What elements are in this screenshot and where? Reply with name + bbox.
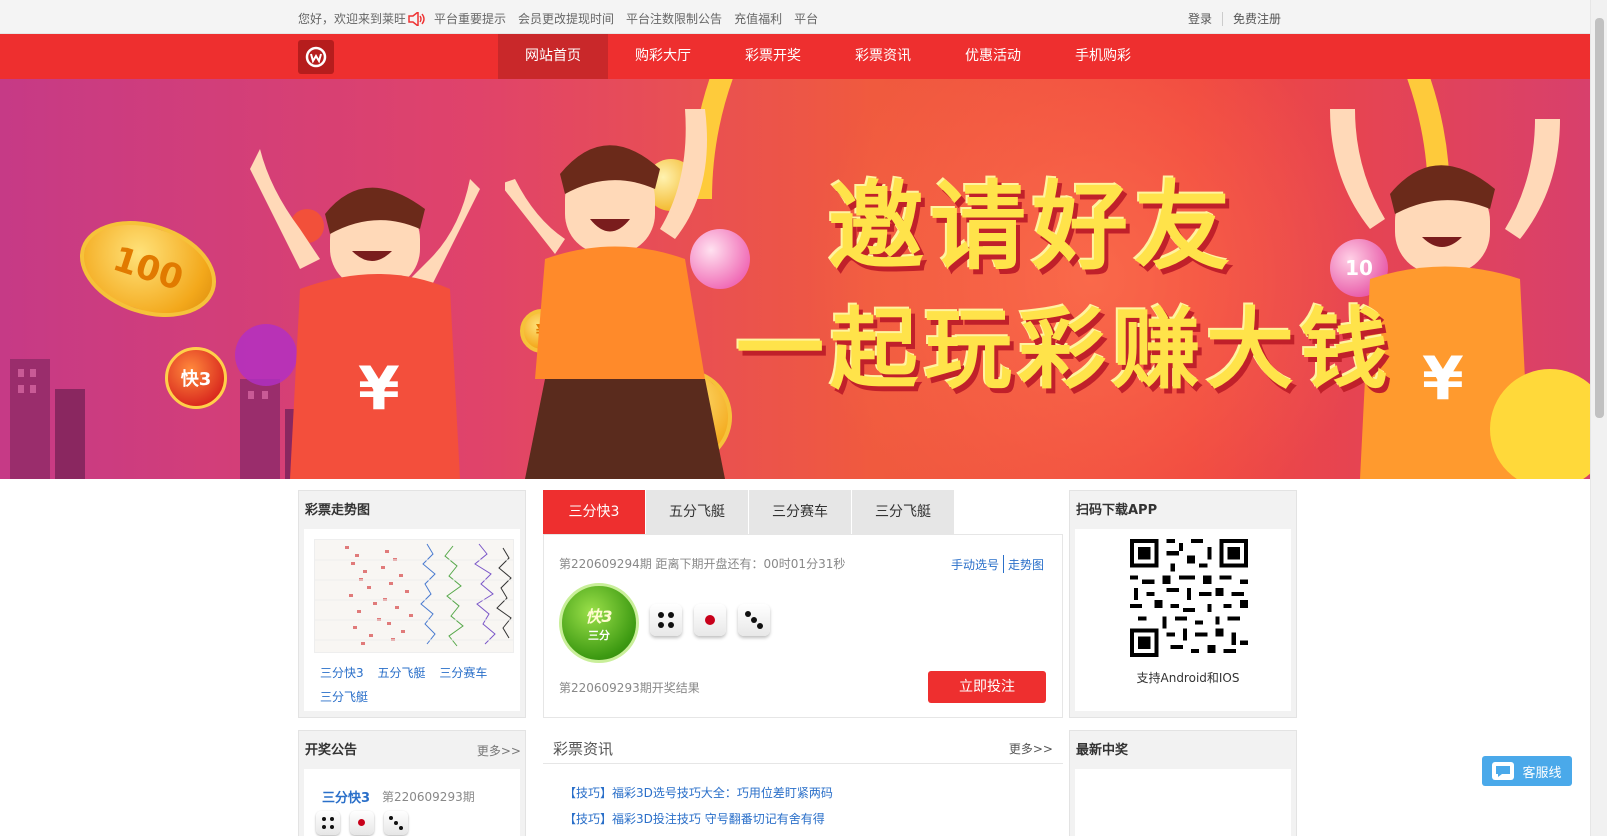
customer-service-label: 客服线 [1522,765,1562,781]
lottery-panel: 第220609294期 距离下期开盘还有：00时01分31秒 手动选号 走势图 … [543,534,1063,718]
manual-pick-link[interactable]: 手动选号 [951,556,999,573]
draw-notice-title: 开奖公告 [305,743,358,758]
divider [1222,11,1224,26]
welcome-text: 您好，欢迎来到莱旺 [298,12,407,26]
latest-winners-title: 最新中奖 [1076,743,1129,758]
app-support-caption: 支持Android和IOS [1136,671,1240,685]
tab-sanfen-feiting[interactable]: 三分飞艇 [852,490,955,534]
main-nav: 网站首页 购彩大厅 彩票开奖 彩票资讯 优惠活动 手机购彩 [0,34,1590,79]
trend-link-sanfen-k3[interactable]: 三分快3 [320,666,364,680]
app-download-panel: 扫码下载APP 支持Android和IOS [1069,490,1297,718]
draw-notice-more-link[interactable]: 更多>> [477,731,521,771]
banner-subtitle: 一起玩彩赚大钱 [736,298,1395,401]
nav-home[interactable]: 网站首页 [498,34,608,79]
account-links: 登录 免费注册 [1188,10,1281,27]
promo-banner[interactable]: 100 100 ¥ 10 快3 ¥ ¥ 邀请好友 一起玩彩赚大钱 [0,79,1590,479]
top-bar: 您好，欢迎来到莱旺 平台重要提示 会员更改提现时间 平台注数限制公告 充值福利 … [0,0,1590,34]
last-result-text: 第220609293期开奖结果 [559,681,700,695]
draw-game-name[interactable]: 三分快3 [322,787,370,806]
register-link[interactable]: 免费注册 [1233,10,1281,27]
draw-notice-header: 开奖公告 更多>> [299,731,525,769]
nav-draw-results[interactable]: 彩票开奖 [718,34,828,79]
trend-panel-title: 彩票走势图 [305,503,371,518]
news-header: 彩票资讯 更多>> [543,730,1063,764]
draw-notice-panel: 开奖公告 更多>> 三分快3 第220609293期 [298,730,526,836]
trend-chart-thumbnail[interactable] [314,539,514,653]
svg-text:¥: ¥ [1422,344,1464,414]
trend-link-sanfen-saiche[interactable]: 三分赛车 [439,666,487,680]
nav-promotions[interactable]: 优惠活动 [938,34,1048,79]
latest-winners-panel: 最新中奖 [1069,730,1297,836]
notice-link-3[interactable]: 平台注数限制公告 [626,10,722,27]
nav-lottery-hall[interactable]: 购彩大厅 [608,34,718,79]
tab-wufen-feiting[interactable]: 五分飞艇 [646,490,749,534]
app-panel-body: 支持Android和IOS [1075,529,1291,711]
speaker-icon [408,9,428,28]
draw-issue: 第220609293期 [382,790,475,804]
news-title: 彩票资讯 [553,740,614,758]
nav-mobile[interactable]: 手机购彩 [1048,34,1158,79]
notice-link-5[interactable]: 平台 [794,10,818,27]
news-list: 【技巧】福彩3D选号技巧大全：巧用位差盯紧两码 【技巧】福彩3D投注技巧 守号翻… [564,780,833,832]
page-scrollbar[interactable] [1590,0,1607,836]
issue-links: 手动选号 走势图 [951,555,1044,573]
logo-icon [305,46,327,68]
trend-panel-body: 三分快3 五分飞艇 三分赛车 三分飞艇 [304,529,520,711]
draw-notice-body: 三分快3 第220609293期 [304,769,520,836]
nav-menu: 网站首页 购彩大厅 彩票开奖 彩票资讯 优惠活动 手机购彩 [498,34,1158,79]
coin-icon: 100 [67,204,229,334]
trend-link-sanfen-feiting[interactable]: 三分飞艇 [320,690,368,704]
bet-now-button[interactable]: 立即投注 [928,671,1046,703]
dice-four-icon [650,604,682,636]
divider [1002,555,1004,573]
k3-game-logo[interactable]: 快3 三分 [559,583,639,663]
qr-code-icon [1130,539,1248,657]
chat-icon [1492,762,1515,780]
dice-one-icon [350,811,374,835]
tab-sanfen-k3[interactable]: 三分快3 [543,490,646,534]
issue-countdown: 第220609294期 距离下期开盘还有：00时01分31秒 [559,557,846,571]
k3-logo-bottom: 三分 [588,629,610,642]
app-panel-title: 扫码下载APP [1076,503,1158,518]
k3-logo-top: 快3 [585,607,613,626]
svg-text:¥: ¥ [358,354,400,424]
nav-lottery-news[interactable]: 彩票资讯 [828,34,938,79]
lottery-tabs: 三分快3 五分飞艇 三分赛车 三分飞艇 [543,490,955,534]
welcome-area: 您好，欢迎来到莱旺 平台重要提示 会员更改提现时间 平台注数限制公告 充值福利 … [298,9,830,28]
tab-sanfen-saiche[interactable]: 三分赛车 [749,490,852,534]
site-logo[interactable] [298,40,334,74]
coin-label: 100 [108,239,188,299]
news-item[interactable]: 【技巧】福彩3D投注技巧 守号翻番切记有舍有得 [564,806,833,832]
cheering-person-illustration: ¥ [250,149,480,479]
trend-links: 三分快3 五分飞艇 三分赛车 三分飞艇 [320,661,520,709]
customer-service-button[interactable]: 客服线 [1482,756,1572,786]
trend-panel: 彩票走势图 三分快3 五分飞艇 三分赛车 三分飞艇 [298,490,526,718]
trend-chart-link[interactable]: 走势图 [1008,556,1044,573]
dice-four-icon [316,811,340,835]
kuai3-badge-icon: 快3 [165,347,227,409]
notice-link-2[interactable]: 会员更改提现时间 [518,10,614,27]
banner-title: 邀请好友 [828,171,1236,283]
scrollbar-thumb[interactable] [1595,18,1604,418]
dice-one-icon [694,604,726,636]
trend-link-wufen-feiting[interactable]: 五分飞艇 [377,666,425,680]
cheering-person-illustration [505,109,725,479]
notice-link-1[interactable]: 平台重要提示 [434,10,506,27]
news-item[interactable]: 【技巧】福彩3D选号技巧大全：巧用位差盯紧两码 [564,780,833,806]
latest-winners-body [1075,769,1291,836]
news-more-link[interactable]: 更多>> [1009,740,1053,757]
dice-three-icon [738,604,770,636]
login-link[interactable]: 登录 [1188,10,1212,27]
badge-label: 快3 [180,369,212,390]
dice-three-icon [384,811,408,835]
notice-link-4[interactable]: 充值福利 [734,10,782,27]
